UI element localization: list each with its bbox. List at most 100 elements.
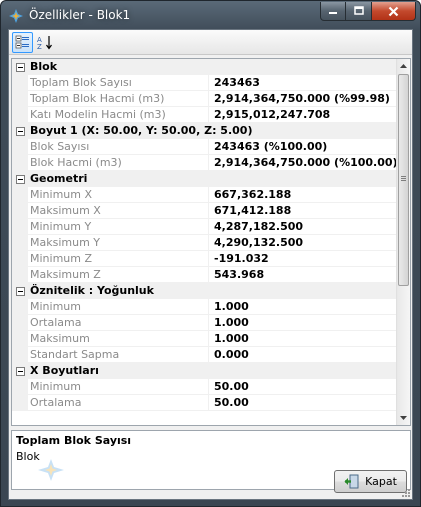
property-name: Minimum xyxy=(28,379,209,395)
property-row[interactable]: Blok Sayısı 243463 (%100.00) xyxy=(12,139,398,155)
scroll-up-button[interactable] xyxy=(397,59,410,73)
row-gutter xyxy=(12,155,28,171)
property-grid-scrollbar[interactable] xyxy=(396,59,410,425)
category-row[interactable]: Öznitelik : Yoğunluk xyxy=(12,283,398,299)
property-grid[interactable]: Blok Toplam Blok Sayısı 243463 Toplam Blok … xyxy=(11,58,411,426)
property-name: Blok Hacmi (m3) xyxy=(28,155,209,171)
property-row[interactable]: Ortalama 50.00 xyxy=(12,395,398,411)
sort-az-icon: A Z xyxy=(37,36,52,50)
property-name: Ortalama xyxy=(28,395,209,411)
row-gutter xyxy=(12,251,28,267)
property-name: Maksimum Y xyxy=(28,235,209,251)
scroll-up-arrow-icon xyxy=(400,64,407,68)
minimize-icon xyxy=(329,12,337,14)
row-gutter xyxy=(12,187,28,203)
property-value[interactable]: 667,362.188 xyxy=(210,187,291,203)
property-grid-rows: Blok Toplam Blok Sayısı 243463 Toplam Blok … xyxy=(12,59,398,411)
minimize-button[interactable] xyxy=(320,2,346,21)
row-gutter xyxy=(12,395,28,411)
resize-grip-icon[interactable] xyxy=(401,488,411,498)
property-name: Minimum Y xyxy=(28,219,209,235)
property-row[interactable]: Ortalama 1.000 xyxy=(12,315,398,331)
property-row[interactable]: Minimum Y 4,287,182.500 xyxy=(12,219,398,235)
property-value[interactable]: 50.00 xyxy=(210,379,249,395)
property-value[interactable]: 1.000 xyxy=(210,299,249,315)
row-gutter xyxy=(12,347,28,363)
property-value[interactable]: 4,287,182.500 xyxy=(210,219,303,235)
row-gutter xyxy=(12,107,28,123)
property-name: Maksimum X xyxy=(28,203,209,219)
property-value[interactable]: 4,290,132.500 xyxy=(210,235,303,251)
category-row[interactable]: Boyut 1 (X: 50.00, Y: 50.00, Z: 5.00) xyxy=(12,123,398,139)
property-name: Minimum Z xyxy=(28,251,209,267)
row-gutter xyxy=(12,91,28,107)
property-row[interactable]: Katı Modelin Hacmi (m3) 2,915,012,247.708 xyxy=(12,107,398,123)
maximize-icon xyxy=(353,6,364,15)
row-gutter xyxy=(12,219,28,235)
property-value[interactable]: 1.000 xyxy=(210,315,249,331)
property-row[interactable]: Minimum 1.000 xyxy=(12,299,398,315)
row-gutter xyxy=(12,203,28,219)
category-row[interactable]: Geometri xyxy=(12,171,398,187)
property-row[interactable]: Minimum X 667,362.188 xyxy=(12,187,398,203)
property-name: Minimum X xyxy=(28,187,209,203)
property-grid-toolbar: A Z xyxy=(9,30,412,55)
watermark-logo-icon xyxy=(38,459,64,481)
property-row[interactable]: Toplam Blok Hacmi (m3) 2,914,364,750.000 … xyxy=(12,91,398,107)
property-row[interactable]: Maksimum X 671,412.188 xyxy=(12,203,398,219)
property-row[interactable]: Maksimum Y 4,290,132.500 xyxy=(12,235,398,251)
property-value[interactable]: 243463 xyxy=(210,75,260,91)
scroll-down-arrow-icon xyxy=(400,416,407,420)
property-value[interactable]: 50.00 xyxy=(210,395,249,411)
collapse-toggle-icon[interactable] xyxy=(16,287,25,296)
window-title: Özellikler - Blok1 xyxy=(29,8,131,22)
property-name: Katı Modelin Hacmi (m3) xyxy=(28,107,209,123)
row-gutter xyxy=(12,379,28,395)
property-name: Toplam Blok Sayısı xyxy=(28,75,209,91)
property-name: Maksimum Z xyxy=(28,267,209,283)
category-label: Geometri xyxy=(30,172,88,185)
property-name: Maksimum xyxy=(28,331,209,347)
maximize-button[interactable] xyxy=(346,2,372,21)
row-gutter xyxy=(12,315,28,331)
close-button-label: Kapat xyxy=(365,475,397,488)
property-value[interactable]: -191.032 xyxy=(210,251,269,267)
svg-text:Z: Z xyxy=(37,43,42,50)
property-row[interactable]: Blok Hacmi (m3) 2,914,364,750.000 (%100.0… xyxy=(12,155,398,171)
collapse-toggle-icon[interactable] xyxy=(16,175,25,184)
property-name: Standart Sapma xyxy=(28,347,209,363)
title-bar[interactable]: Özellikler - Blok1 xyxy=(1,1,420,29)
category-row[interactable]: X Boyutları xyxy=(12,363,398,379)
alphabetical-view-button[interactable]: A Z xyxy=(35,32,56,53)
scroll-down-button[interactable] xyxy=(397,411,410,425)
scroll-grip-line xyxy=(401,180,406,181)
collapse-toggle-icon[interactable] xyxy=(16,367,25,376)
property-value[interactable]: 2,915,012,247.708 xyxy=(210,107,330,123)
property-value[interactable]: 0.000 xyxy=(210,347,249,363)
categorized-view-button[interactable] xyxy=(12,32,33,53)
property-value[interactable]: 243463 (%100.00) xyxy=(210,139,327,155)
property-row[interactable]: Minimum 50.00 xyxy=(12,379,398,395)
property-value[interactable]: 671,412.188 xyxy=(210,203,291,219)
property-row[interactable]: Maksimum 1.000 xyxy=(12,331,398,347)
close-window-button[interactable] xyxy=(372,2,416,21)
property-name: Minimum xyxy=(28,299,209,315)
property-row[interactable]: Toplam Blok Sayısı 243463 xyxy=(12,75,398,91)
collapse-toggle-icon[interactable] xyxy=(16,127,25,136)
category-label: X Boyutları xyxy=(30,364,99,377)
caption-buttons xyxy=(320,2,416,21)
property-value[interactable]: 2,914,364,750.000 (%99.98) xyxy=(210,91,390,107)
property-value[interactable]: 2,914,364,750.000 (%100.00) xyxy=(210,155,398,171)
category-row[interactable]: Blok xyxy=(12,59,398,75)
category-label: Boyut 1 (X: 50.00, Y: 50.00, Z: 5.00) xyxy=(30,124,253,137)
property-row[interactable]: Standart Sapma 0.000 xyxy=(12,347,398,363)
property-value[interactable]: 543.968 xyxy=(210,267,264,283)
property-row[interactable]: Maksimum Z 543.968 xyxy=(12,267,398,283)
collapse-toggle-icon[interactable] xyxy=(16,63,25,72)
property-row[interactable]: Minimum Z -191.032 xyxy=(12,251,398,267)
property-name: Toplam Blok Hacmi (m3) xyxy=(28,91,209,107)
scroll-thumb[interactable] xyxy=(398,74,409,286)
property-value[interactable]: 1.000 xyxy=(210,331,249,347)
close-button[interactable]: Kapat xyxy=(334,470,407,493)
property-name: Ortalama xyxy=(28,315,209,331)
